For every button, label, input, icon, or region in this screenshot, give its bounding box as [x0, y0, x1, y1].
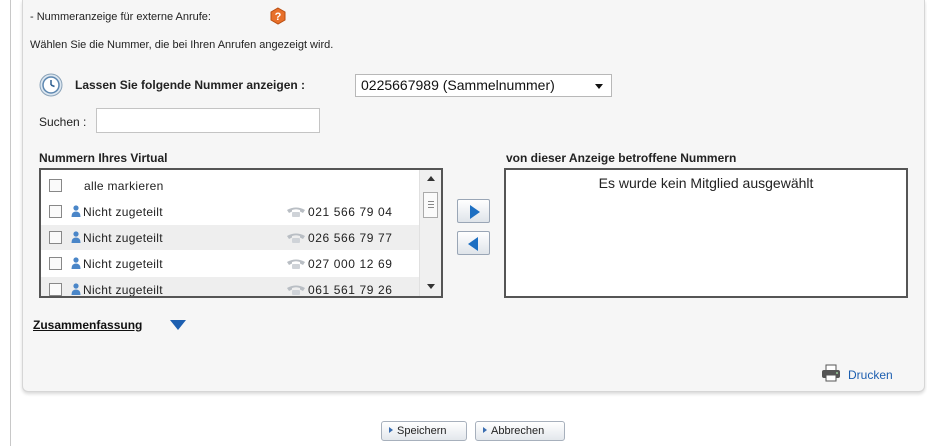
row-checkbox[interactable] — [49, 257, 62, 270]
save-button[interactable]: Speichern — [381, 421, 467, 441]
svg-text:?: ? — [275, 11, 282, 23]
row-number: 026 566 79 77 — [308, 231, 393, 245]
user-icon — [71, 231, 81, 243]
cancel-button-label: Abbrechen — [491, 425, 545, 437]
list-item[interactable]: Nicht zugeteilt 061 561 79 26 — [41, 277, 421, 297]
row-name: Nicht zugeteilt — [83, 205, 163, 219]
numbers-list: alle markieren Nicht zugeteilt 021 566 7… — [39, 168, 443, 298]
remove-from-selection-button[interactable] — [457, 231, 490, 255]
cancel-button[interactable]: Abbrechen — [475, 421, 565, 441]
phone-icon — [287, 285, 305, 295]
summary-link[interactable]: Zusammenfassung — [33, 318, 142, 332]
row-number: 021 566 79 04 — [308, 205, 393, 219]
scroll-up-icon[interactable] — [427, 176, 435, 181]
user-icon — [71, 205, 81, 217]
search-label: Suchen : — [39, 115, 87, 129]
select-all-row[interactable]: alle markieren — [41, 173, 421, 198]
frame-border — [10, 0, 11, 446]
list-item[interactable]: Nicht zugeteilt 027 000 12 69 — [41, 251, 421, 276]
phone-icon — [287, 233, 305, 243]
display-number-label: Lassen Sie folgende Nummer anzeigen : — [75, 78, 306, 92]
row-checkbox[interactable] — [49, 283, 62, 296]
arrow-left-icon — [468, 237, 478, 251]
print-link[interactable]: Drucken — [848, 368, 893, 382]
affected-numbers-title: von dieser Anzeige betroffene Nummern — [506, 151, 737, 165]
info-icon[interactable]: ? — [269, 7, 287, 25]
empty-selection-message: Es wurde kein Mitglied ausgewählt — [598, 175, 814, 191]
list-item[interactable]: Nicht zugeteilt 026 566 79 77 — [41, 225, 421, 250]
affected-numbers-list: Es wurde kein Mitglied ausgewählt — [504, 168, 908, 298]
printer-icon[interactable] — [821, 364, 841, 382]
row-number: 061 561 79 26 — [308, 283, 393, 297]
row-checkbox[interactable] — [49, 205, 62, 218]
user-icon — [71, 283, 81, 295]
chevron-down-icon[interactable] — [170, 320, 186, 330]
chevron-down-icon — [595, 84, 603, 89]
arrow-right-icon — [470, 205, 480, 219]
numbers-list-title: Nummern Ihres Virtual — [39, 151, 168, 165]
phone-icon — [287, 259, 305, 269]
user-icon — [71, 257, 81, 269]
play-icon — [389, 427, 393, 433]
section-description: Wählen Sie die Nummer, die bei Ihren Anr… — [30, 39, 334, 51]
row-number: 027 000 12 69 — [308, 257, 393, 271]
section-title: - Nummeranzeige für externe Anrufe: — [30, 11, 211, 23]
add-to-selection-button[interactable] — [457, 199, 490, 223]
row-checkbox[interactable] — [49, 231, 62, 244]
row-name: Nicht zugeteilt — [83, 283, 163, 297]
scroll-thumb[interactable] — [423, 192, 438, 218]
clock-icon — [39, 73, 63, 97]
phone-icon — [287, 207, 305, 217]
scroll-down-icon[interactable] — [427, 284, 435, 289]
save-button-label: Speichern — [397, 425, 447, 437]
search-input[interactable] — [96, 108, 320, 133]
select-all-checkbox[interactable] — [49, 179, 62, 192]
play-icon — [483, 427, 487, 433]
display-number-value: 0225667989 (Sammelnummer) — [361, 77, 555, 93]
display-number-select[interactable]: 0225667989 (Sammelnummer) — [355, 74, 612, 97]
list-item[interactable]: Nicht zugeteilt 021 566 79 04 — [41, 199, 421, 224]
row-name: Nicht zugeteilt — [83, 257, 163, 271]
list-scrollbar[interactable] — [419, 170, 441, 296]
row-name: Nicht zugeteilt — [83, 231, 163, 245]
select-all-label: alle markieren — [84, 179, 164, 193]
